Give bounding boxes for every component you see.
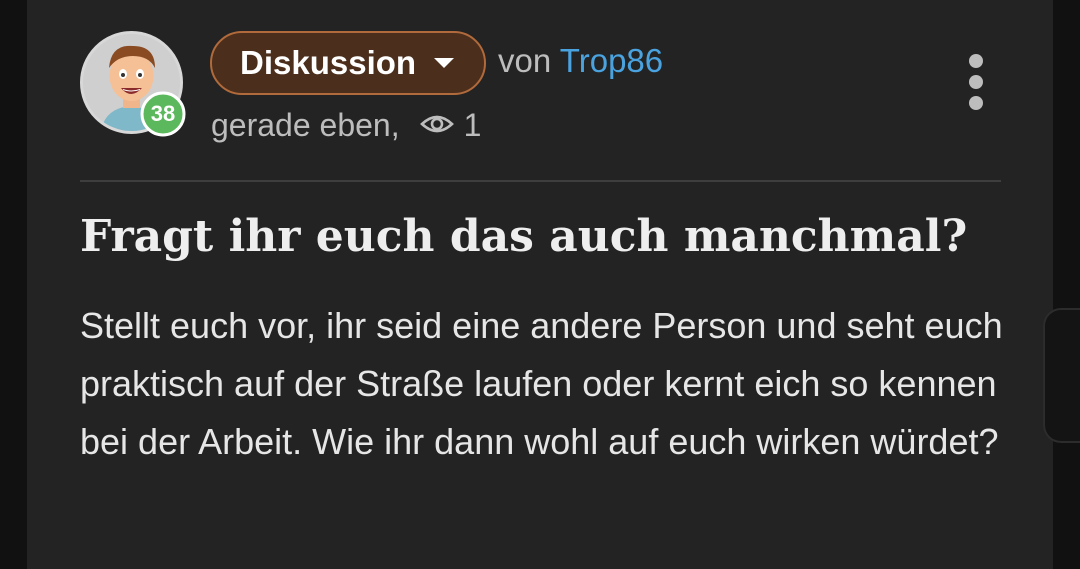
chevron-down-icon — [434, 58, 455, 68]
post-time: gerade eben, — [211, 107, 400, 143]
level-number: 38 — [150, 101, 176, 126]
eye-icon — [419, 107, 454, 144]
view-count: 1 — [463, 107, 482, 143]
byline: von Trop86 — [498, 42, 663, 80]
divider — [80, 180, 1001, 182]
by-prefix: von — [498, 42, 552, 79]
post-meta: gerade eben, 1 — [211, 107, 481, 144]
level-badge: 38 — [139, 91, 187, 137]
scroll-handle[interactable] — [1043, 308, 1080, 443]
more-vertical-icon[interactable] — [956, 52, 996, 114]
author-link[interactable]: Trop86 — [560, 42, 663, 79]
post-body: Stellt euch vor, ihr seid eine andere Pe… — [80, 305, 1003, 462]
category-dropdown[interactable]: Diskussion — [210, 31, 486, 95]
post-title: Fragt ihr euch das auch manchmal? — [80, 211, 968, 262]
category-label: Diskussion — [240, 44, 417, 81]
